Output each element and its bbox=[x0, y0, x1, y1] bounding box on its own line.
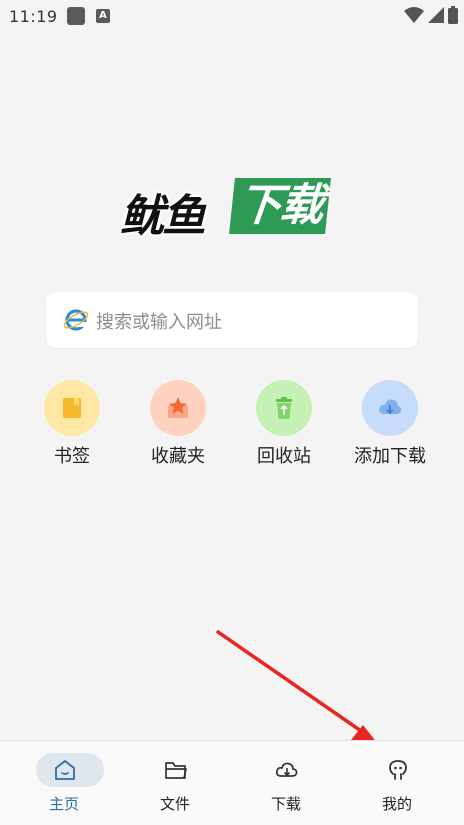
nav-label: 下载 bbox=[270, 795, 301, 813]
profile-icon bbox=[389, 760, 407, 780]
nav-profile[interactable]: 我的 bbox=[339, 741, 455, 825]
shortcut-icon-bg bbox=[150, 380, 206, 436]
shortcut-bookmark[interactable]: 书签 bbox=[22, 380, 122, 470]
shortcut-icon-bg bbox=[362, 380, 418, 436]
folder-icon bbox=[165, 762, 187, 779]
bookmark-icon bbox=[63, 398, 81, 418]
logo-text-right: 下载 bbox=[229, 178, 331, 234]
shortcut-add-download[interactable]: 添加下载 bbox=[340, 380, 440, 470]
bottom-nav: 主页 文件 下载 我的 bbox=[0, 740, 464, 825]
battery-icon bbox=[448, 6, 458, 24]
status-time: 11:19 bbox=[9, 7, 58, 26]
shortcut-label: 回收站 bbox=[257, 446, 311, 467]
notification-a-icon: A bbox=[96, 9, 110, 23]
shortcut-label: 收藏夹 bbox=[151, 446, 205, 467]
notification-app-icon bbox=[67, 7, 85, 25]
signal-icon bbox=[428, 7, 444, 23]
nav-label: 我的 bbox=[381, 795, 412, 813]
recycle-bin-icon bbox=[276, 397, 292, 419]
shortcut-icon-bg bbox=[44, 380, 100, 436]
cloud-download-icon bbox=[379, 399, 402, 415]
logo-text-left: 鱿鱼 bbox=[120, 191, 206, 242]
nav-label: 文件 bbox=[159, 795, 190, 813]
shortcut-icon-bg bbox=[256, 380, 312, 436]
nav-files[interactable]: 文件 bbox=[117, 741, 233, 825]
home-icon bbox=[55, 760, 75, 780]
favorites-star-icon bbox=[168, 397, 188, 418]
search-bar[interactable]: 搜索或输入网址 bbox=[46, 292, 418, 348]
shortcut-label: 添加下载 bbox=[354, 446, 426, 467]
search-input[interactable]: 搜索或输入网址 bbox=[96, 308, 222, 334]
shortcut-favorites[interactable]: 收藏夹 bbox=[128, 380, 228, 470]
wifi-icon bbox=[404, 7, 424, 23]
status-indicators bbox=[404, 6, 458, 24]
status-bar: 11:19 A bbox=[0, 0, 464, 34]
nav-downloads[interactable]: 下载 bbox=[228, 741, 344, 825]
shortcut-label: 书签 bbox=[54, 446, 90, 467]
app-logo: 鱿鱼 下载 bbox=[120, 178, 350, 242]
nav-label: 主页 bbox=[48, 795, 79, 813]
cloud-download-icon bbox=[275, 762, 298, 777]
shortcut-recycle-bin[interactable]: 回收站 bbox=[234, 380, 334, 470]
nav-home[interactable]: 主页 bbox=[6, 741, 122, 825]
browser-e-icon bbox=[64, 309, 88, 331]
